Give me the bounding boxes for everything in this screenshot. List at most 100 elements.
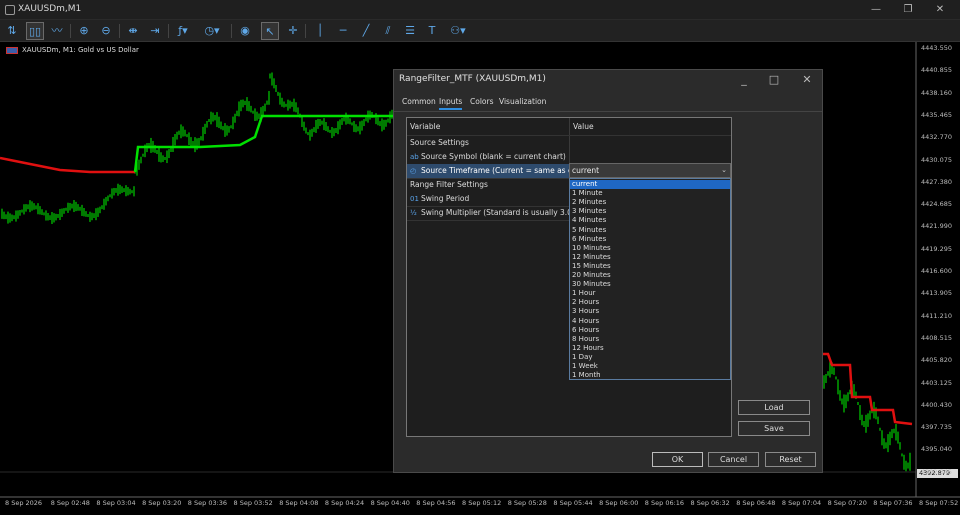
reset-button[interactable]: Reset xyxy=(765,452,816,467)
crosshair-icon[interactable]: ✛ xyxy=(284,22,302,40)
fibo-icon[interactable]: ☰ xyxy=(401,22,419,40)
column-value[interactable]: Value xyxy=(570,118,594,135)
symbol-flag-icon xyxy=(6,47,18,54)
tab-inputs[interactable]: Inputs xyxy=(439,97,463,110)
price-tick-label: 4408.515 xyxy=(921,333,953,342)
dialog-close-icon[interactable]: ✕ xyxy=(797,72,817,88)
price-tick-label: 4419.295 xyxy=(921,244,953,253)
time-tick-label: 8 Sep 03:20 xyxy=(142,499,182,507)
minimize-icon[interactable]: — xyxy=(862,1,890,19)
timeframe-option[interactable]: 4 Hours xyxy=(570,317,730,326)
price-tick-label: 4424.685 xyxy=(921,200,953,209)
time-tick-label: 8 Sep 07:36 xyxy=(873,499,913,507)
autoscroll-icon[interactable]: ⇥ xyxy=(146,22,164,40)
timeframe-option[interactable]: 15 Minutes xyxy=(570,262,730,271)
timeframe-select-value: current xyxy=(572,166,600,175)
tile-icon[interactable]: ⇼ xyxy=(124,22,142,40)
screenshot-icon[interactable]: ◉ xyxy=(236,22,254,40)
price-tick-label: 4400.430 xyxy=(921,400,953,409)
periods-icon[interactable]: ◷▾ xyxy=(203,22,221,40)
dialog-help-icon[interactable]: _ xyxy=(734,72,754,88)
timeframe-option[interactable]: 6 Minutes xyxy=(570,235,730,244)
indicators-icon[interactable]: ƒ▾ xyxy=(174,22,192,40)
chart-symbol-label: XAUUSDm, M1: Gold vs US Dollar xyxy=(22,46,139,54)
dialog-maximize-icon[interactable]: □ xyxy=(764,72,784,88)
row-source-symbol[interactable]: ab Source Symbol (blank = current chart) xyxy=(407,150,731,164)
time-tick-label: 8 Sep 05:28 xyxy=(507,499,547,507)
tab-common[interactable]: Common xyxy=(402,97,436,110)
price-tick-label: 4440.855 xyxy=(921,66,953,75)
save-button[interactable]: Save xyxy=(738,421,810,436)
timeframe-option[interactable]: 1 Week xyxy=(570,362,730,371)
column-variable[interactable]: Variable xyxy=(407,118,440,135)
time-tick-label: 8 Sep 2026 xyxy=(5,499,43,507)
timeframe-option[interactable]: 6 Hours xyxy=(570,326,730,335)
integer-type-icon: 01 xyxy=(410,195,419,203)
timeframe-option[interactable]: 2 Hours xyxy=(570,298,730,307)
zoom-in-icon[interactable]: ⊕ xyxy=(75,22,93,40)
price-tick-label: 4435.465 xyxy=(921,110,953,119)
text-icon[interactable]: T xyxy=(423,22,441,40)
string-type-icon: ab xyxy=(410,153,419,161)
cursor-icon[interactable]: ↖ xyxy=(261,22,279,40)
timeframe-option[interactable]: 3 Minutes xyxy=(570,207,730,216)
timeframe-option[interactable]: 12 Minutes xyxy=(570,253,730,262)
time-tick-label: 8 Sep 03:36 xyxy=(187,499,228,507)
line-chart-icon[interactable]: 〰 xyxy=(48,22,66,40)
timeframe-option[interactable]: 3 Hours xyxy=(570,307,730,316)
time-tick-label: 8 Sep 07:04 xyxy=(781,499,822,507)
price-tick-label: 4443.550 xyxy=(921,44,953,52)
timeframe-option[interactable]: 1 Minute xyxy=(570,189,730,198)
channel-icon[interactable]: ⫽ xyxy=(379,22,397,40)
time-tick-label: 8 Sep 04:08 xyxy=(279,499,319,507)
timeframe-option[interactable]: 10 Minutes xyxy=(570,244,730,253)
timeframe-option[interactable]: 30 Minutes xyxy=(570,280,730,289)
time-tick-label: 8 Sep 07:20 xyxy=(827,499,867,507)
close-icon[interactable]: ✕ xyxy=(926,1,954,19)
tab-visualization[interactable]: Visualization xyxy=(499,97,546,110)
time-tick-label: 8 Sep 04:24 xyxy=(324,499,365,507)
price-tick-label: 4438.160 xyxy=(921,88,953,97)
timeframe-select[interactable]: current ⌄ xyxy=(569,163,731,178)
price-tick-label: 4397.735 xyxy=(921,423,953,432)
timeframe-option[interactable]: 12 Hours xyxy=(570,344,730,353)
timeframe-option[interactable]: 4 Minutes xyxy=(570,216,730,225)
cancel-button[interactable]: Cancel xyxy=(708,452,759,467)
timeframe-option[interactable]: 5 Minutes xyxy=(570,226,730,235)
time-tick-label: 8 Sep 02:48 xyxy=(50,499,90,507)
time-tick-label: 8 Sep 06:00 xyxy=(599,499,639,507)
group-source-settings: Source Settings xyxy=(410,138,469,147)
time-tick-label: 8 Sep 03:52 xyxy=(233,499,273,507)
trend-line-icon[interactable]: ╱ xyxy=(357,22,375,40)
ok-button[interactable]: OK xyxy=(652,452,703,467)
chart-toolbar: ⇅ ▯▯ 〰 ⊕ ⊖ ⇼ ⇥ ƒ▾ ◷▾ ◉ ↖ ✛ │ ─ ╱ ⫽ ☰ T ⚇… xyxy=(0,20,960,42)
horizontal-line-icon[interactable]: ─ xyxy=(334,22,352,40)
timeframe-option[interactable]: 1 Hour xyxy=(570,289,730,298)
timeframe-option[interactable]: 2 Minutes xyxy=(570,198,730,207)
vertical-line-icon[interactable]: │ xyxy=(311,22,329,40)
time-tick-label: 8 Sep 05:12 xyxy=(462,499,502,507)
price-tick-label: 4411.210 xyxy=(921,311,953,320)
price-tick-label: 4392.345 xyxy=(921,467,953,476)
price-tick-label: 4413.905 xyxy=(921,289,953,298)
trades-icon[interactable]: ⇅ xyxy=(3,22,21,40)
timeframe-option[interactable]: 20 Minutes xyxy=(570,271,730,280)
timeframe-option[interactable]: 1 Month xyxy=(570,371,730,380)
time-tick-label: 8 Sep 06:16 xyxy=(644,499,685,507)
timeframe-option[interactable]: 1 Day xyxy=(570,353,730,362)
bar-chart-icon[interactable]: ▯▯ xyxy=(26,22,44,40)
zoom-out-icon[interactable]: ⊖ xyxy=(97,22,115,40)
chart-window-icon xyxy=(5,5,15,15)
chevron-down-icon[interactable]: ⌄ xyxy=(721,164,727,177)
double-type-icon: ½ xyxy=(410,209,417,217)
price-tick-label: 4432.770 xyxy=(921,133,953,142)
tab-colors[interactable]: Colors xyxy=(470,97,494,110)
timeframe-option[interactable]: 8 Hours xyxy=(570,335,730,344)
shapes-icon[interactable]: ⚇▾ xyxy=(446,22,470,40)
price-tick-label: 4405.820 xyxy=(921,356,953,365)
load-button[interactable]: Load xyxy=(738,400,810,415)
price-tick-label: 4403.125 xyxy=(921,378,953,387)
timeframe-dropdown-list: current 1 Minute 2 Minutes 3 Minutes 4 Minut… xyxy=(569,178,731,380)
restore-icon[interactable]: ❐ xyxy=(894,1,922,19)
timeframe-option[interactable]: current xyxy=(570,180,730,190)
